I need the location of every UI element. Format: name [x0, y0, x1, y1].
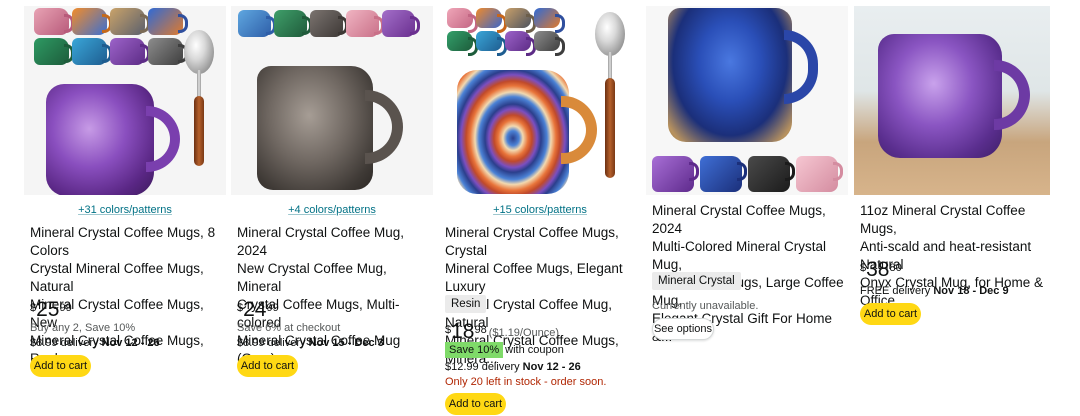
see-options-button[interactable]: See options: [652, 318, 714, 340]
price-symbol: $: [237, 302, 244, 314]
mug-thumbnail: [505, 31, 536, 56]
stock-warning: Only 20 left in stock - order soon.: [445, 376, 607, 388]
color-thumbnails: [447, 8, 565, 56]
title-line: Mineral Crystal Coffee Mug, 2024: [237, 225, 405, 258]
product-image[interactable]: [231, 6, 433, 195]
mug-thumbnail: [476, 8, 507, 33]
mug-thumbnail: [447, 31, 478, 56]
mug-thumbnail: [274, 10, 312, 37]
price-fraction: 99: [59, 302, 72, 314]
title-line: Crystal Mineral Coffee Mugs, Natural: [30, 261, 204, 294]
color-thumbnails: [652, 156, 843, 192]
material-badge: Resin: [445, 295, 487, 313]
promo-text: Save 6% at checkout: [237, 322, 341, 334]
title-line: Mineral Coffee Mugs, Elegant Luxury: [445, 261, 623, 294]
title-line: Mineral Crystal Coffee Mugs, Crystal: [445, 225, 619, 258]
delivery-dates: Nov 18 - Dec 9: [933, 285, 1009, 297]
mug-thumbnail: [34, 38, 74, 65]
mug-thumbnail: [110, 8, 150, 35]
price-whole: 25: [36, 298, 60, 321]
product-image[interactable]: [439, 6, 641, 195]
mug-thumbnail: [34, 8, 74, 35]
mug-thumbnail: [72, 8, 112, 35]
price-whole: 18: [451, 320, 475, 343]
mug-thumbnail: [72, 38, 112, 65]
product-card: Mineral Crystal Coffee Mugs, 2024 Multi-…: [646, 0, 848, 416]
title-line: 11oz Mineral Crystal Coffee Mugs,: [860, 203, 1026, 236]
mug-thumbnail: [148, 8, 188, 35]
add-to-cart-button[interactable]: Add to cart: [445, 393, 506, 415]
colors-patterns-link[interactable]: +4 colors/patterns: [231, 204, 433, 216]
product-card: +31 colors/patterns Mineral Crystal Coff…: [24, 0, 226, 416]
add-to-cart-button[interactable]: Add to cart: [860, 303, 921, 325]
mug-thumbnail: [505, 8, 536, 33]
add-to-cart-button[interactable]: Add to cart: [30, 355, 91, 377]
mug-thumbnail: [346, 10, 384, 37]
mug-thumbnail: [700, 156, 747, 192]
delivery-prefix: $8.99 delivery: [237, 337, 306, 349]
title-line: Multi-Colored Mineral Crystal Mug,: [652, 239, 827, 272]
price-fraction: 98: [474, 324, 487, 336]
coupon-note: with coupon: [505, 344, 564, 356]
mug-thumbnail: [748, 156, 795, 192]
mug-thumbnail: [310, 10, 348, 37]
delivery-prefix: FREE delivery: [860, 285, 931, 297]
delivery-info: $12.99 delivery Nov 12 - 26: [445, 361, 581, 373]
product-card: +4 colors/patterns Mineral Crystal Coffe…: [231, 0, 433, 416]
product-card: +15 colors/patterns Mineral Crystal Coff…: [439, 0, 641, 416]
delivery-prefix: $12.99 delivery: [445, 361, 520, 373]
delivery-dates: Nov 15 - Dec 3: [308, 337, 384, 349]
price-whole: 24: [243, 298, 267, 321]
colors-patterns-link[interactable]: +15 colors/patterns: [439, 204, 641, 216]
product-price[interactable]: $2599: [30, 299, 72, 321]
price-symbol: $: [860, 262, 867, 274]
price-symbol: $: [30, 302, 37, 314]
product-price[interactable]: $1898 ($1.19/Ounce): [445, 321, 559, 343]
colors-patterns-link[interactable]: +31 colors/patterns: [24, 204, 226, 216]
price-fraction: 99: [266, 302, 279, 314]
promo-text: Buy any 2, Save 10%: [30, 322, 136, 334]
title-line: New Crystal Coffee Mug, Mineral: [237, 261, 387, 294]
price-fraction: 80: [889, 262, 902, 274]
mug-thumbnail: [796, 156, 843, 192]
material-badge: Mineral Crystal: [652, 272, 741, 290]
price-per-unit: ($1.19/Ounce): [488, 327, 560, 339]
price-symbol: $: [445, 324, 452, 336]
coupon-row: Save 10% with coupon: [445, 342, 564, 358]
delivery-info: FREE delivery Nov 18 - Dec 9: [860, 285, 1009, 297]
product-card: 11oz Mineral Crystal Coffee Mugs, Anti-s…: [854, 0, 1050, 416]
save-badge[interactable]: Save 10%: [445, 342, 504, 358]
product-price[interactable]: $2499: [237, 299, 279, 321]
mug-thumbnail: [476, 31, 507, 56]
mug-thumbnail: [652, 156, 699, 192]
delivery-info: $8.99 delivery Nov 12 - 26: [30, 337, 160, 349]
mug-thumbnail: [148, 38, 188, 65]
product-image[interactable]: [646, 6, 848, 195]
availability-text: Currently unavailable.: [652, 300, 759, 312]
product-image[interactable]: [24, 6, 226, 195]
color-thumbnails: [34, 8, 188, 65]
price-whole: 38: [866, 258, 890, 281]
mug-thumbnail: [534, 8, 565, 33]
mug-thumbnail: [238, 10, 276, 37]
delivery-prefix: $8.99 delivery: [30, 337, 99, 349]
product-image[interactable]: [854, 6, 1050, 195]
title-line: Mineral Crystal Coffee Mugs, 8 Colors: [30, 225, 216, 258]
color-thumbnails: [238, 10, 420, 37]
mug-thumbnail: [534, 31, 565, 56]
add-to-cart-button[interactable]: Add to cart: [237, 355, 298, 377]
delivery-dates: Nov 12 - 26: [522, 361, 581, 373]
title-line: Mineral Crystal Coffee Mugs, 2024: [652, 203, 826, 236]
delivery-dates: Nov 12 - 26: [101, 337, 160, 349]
mug-thumbnail: [110, 38, 150, 65]
mug-thumbnail: [447, 8, 478, 33]
mug-thumbnail: [382, 10, 420, 37]
product-price[interactable]: $3880: [860, 259, 902, 281]
delivery-info: $8.99 delivery Nov 15 - Dec 3: [237, 337, 384, 349]
